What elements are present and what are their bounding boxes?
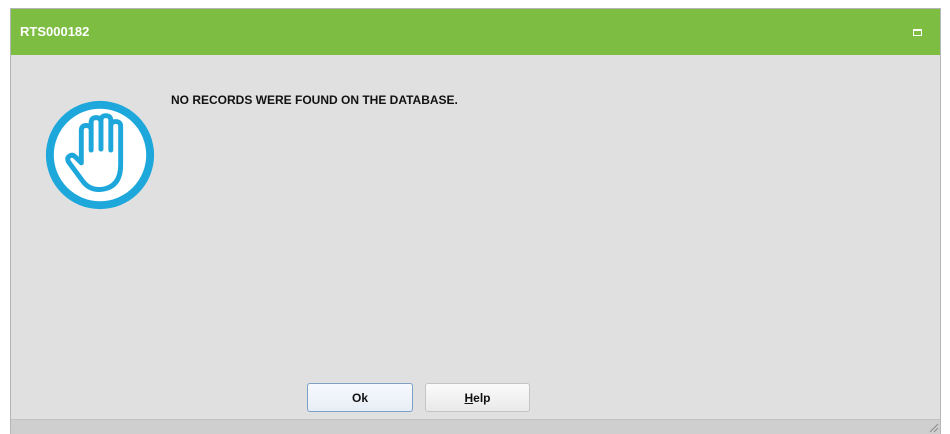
status-footer: [11, 419, 940, 434]
help-button[interactable]: Help: [425, 383, 530, 412]
dialog-title: RTS000182: [20, 24, 90, 39]
stop-hand-icon: [45, 100, 155, 210]
ok-button[interactable]: Ok: [307, 383, 413, 412]
maximize-icon[interactable]: [913, 29, 922, 36]
resize-grip-icon[interactable]: [928, 422, 939, 433]
title-bar[interactable]: RTS000182: [11, 9, 940, 55]
help-button-mnemonic: H: [464, 390, 474, 405]
message-text: NO RECORDS WERE FOUND ON THE DATABASE.: [171, 93, 458, 107]
message-dialog: RTS000182 NO RECORDS WERE FOUND ON THE D…: [10, 8, 941, 434]
help-button-label: elp: [473, 390, 491, 405]
ok-button-label: Ok: [351, 390, 368, 405]
